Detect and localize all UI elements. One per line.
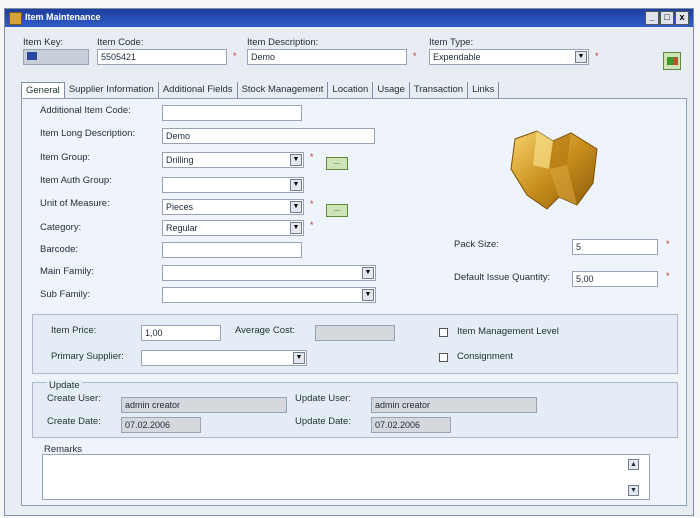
item-auth-group-select[interactable]: ▼ [162, 177, 304, 193]
category-value: Regular [166, 223, 198, 233]
save-icon[interactable] [663, 52, 681, 70]
chevron-down-icon[interactable]: ▼ [290, 222, 302, 234]
tab-links[interactable]: Links [468, 82, 500, 98]
required-marker: * [310, 152, 314, 162]
chevron-down-icon[interactable]: ▼ [362, 267, 374, 279]
tab-transaction[interactable]: Transaction [410, 82, 469, 98]
chevron-down-icon[interactable]: ▼ [575, 51, 587, 63]
pricing-group: Item Price: 1,00 Average Cost: Item Mana… [32, 314, 678, 374]
average-cost-field [315, 325, 395, 341]
sub-family-select[interactable]: ▼ [162, 287, 376, 303]
item-code-label: Item Code: [97, 37, 144, 48]
primary-supplier-select[interactable]: ▼ [141, 350, 307, 366]
maximize-button[interactable]: □ [660, 11, 674, 25]
item-group-label: Item Group: [40, 152, 91, 163]
required-marker: * [595, 51, 599, 61]
create-date-field: 07.02.2006 [121, 417, 201, 433]
barcode-field[interactable] [162, 242, 302, 258]
item-key-field[interactable] [23, 49, 89, 65]
update-date-field: 07.02.2006 [371, 417, 451, 433]
tab-bar: General Supplier Information Additional … [21, 82, 500, 98]
item-price-field[interactable]: 1,00 [141, 325, 221, 341]
item-long-description-label: Item Long Description: [40, 128, 136, 139]
tab-stock-management[interactable]: Stock Management [238, 82, 329, 98]
unit-of-measure-value: Pieces [166, 202, 194, 212]
scroll-down-icon[interactable]: ▼ [628, 485, 639, 496]
pack-size-label: Pack Size: [454, 239, 499, 250]
default-issue-quantity-field[interactable]: 5,00 [572, 271, 658, 287]
item-auth-group-label: Item Auth Group: [40, 175, 112, 186]
additional-item-code-label: Additional Item Code: [40, 105, 131, 116]
tab-supplier-information[interactable]: Supplier Information [65, 82, 159, 98]
update-date-label: Update Date: [295, 416, 351, 427]
unit-of-measure-label: Unit of Measure: [40, 198, 110, 209]
tab-additional-fields[interactable]: Additional Fields [159, 82, 238, 98]
main-family-label: Main Family: [40, 266, 94, 277]
item-management-level-label: Item Management Level [457, 326, 559, 337]
item-code-field[interactable]: 5505421 [97, 49, 227, 65]
chevron-down-icon[interactable]: ▼ [290, 154, 302, 166]
barcode-label: Barcode: [40, 244, 79, 255]
update-user-field: admin creator [371, 397, 537, 413]
item-group-value: Drilling [166, 155, 194, 165]
remarks-textarea[interactable] [42, 454, 650, 500]
item-group-browse-button[interactable]: ... [326, 157, 348, 170]
scroll-up-icon[interactable]: ▲ [628, 459, 639, 470]
category-label: Category: [40, 222, 82, 233]
chevron-down-icon[interactable]: ▼ [290, 179, 302, 191]
tab-usage[interactable]: Usage [373, 82, 410, 98]
item-description-field[interactable]: Demo [247, 49, 407, 65]
tab-general[interactable]: General [21, 82, 65, 98]
main-family-select[interactable]: ▼ [162, 265, 376, 281]
average-cost-label: Average Cost: [235, 325, 296, 336]
unit-of-measure-select[interactable]: Pieces ▼ [162, 199, 304, 215]
close-button[interactable]: x [675, 11, 689, 25]
title-bar[interactable]: Item Maintenance _ □ x [5, 9, 693, 27]
sub-family-label: Sub Family: [40, 289, 91, 300]
pack-size-field[interactable]: 5 [572, 239, 658, 255]
update-group-label: Update [47, 380, 82, 391]
consignment-checkbox[interactable] [439, 353, 448, 362]
item-long-description-field[interactable]: Demo [162, 128, 375, 144]
update-user-label: Update User: [295, 393, 351, 404]
unit-of-measure-browse-button[interactable]: ... [326, 204, 348, 217]
consignment-label: Consignment [457, 351, 513, 362]
item-type-label: Item Type: [429, 37, 474, 48]
required-marker: * [413, 51, 417, 61]
create-user-field: admin creator [121, 397, 287, 413]
minimize-button[interactable]: _ [645, 11, 659, 25]
chevron-down-icon[interactable]: ▼ [293, 352, 305, 364]
required-marker: * [666, 239, 670, 249]
window-title: Item Maintenance [25, 12, 101, 22]
update-group: Update Create User: admin creator Update… [32, 380, 678, 438]
required-marker: * [666, 271, 670, 281]
item-type-select[interactable]: Expendable ▼ [429, 49, 589, 65]
item-management-level-checkbox[interactable] [439, 328, 448, 337]
item-description-label: Item Description: [247, 37, 319, 48]
chevron-down-icon[interactable]: ▼ [362, 289, 374, 301]
required-marker: * [310, 220, 314, 230]
additional-item-code-field[interactable] [162, 105, 302, 121]
category-select[interactable]: Regular ▼ [162, 220, 304, 236]
item-key-label: Item Key: [23, 37, 64, 48]
window-controls: _ □ x [645, 11, 689, 25]
create-user-label: Create User: [47, 393, 101, 404]
default-issue-quantity-label: Default Issue Quantity: [454, 272, 551, 283]
item-group-select[interactable]: Drilling ▼ [162, 152, 304, 168]
chevron-down-icon[interactable]: ▼ [290, 201, 302, 213]
primary-supplier-label: Primary Supplier: [51, 351, 124, 362]
required-marker: * [310, 199, 314, 209]
item-type-value: Expendable [433, 52, 481, 62]
item-price-label: Item Price: [51, 325, 97, 336]
tab-location[interactable]: Location [328, 82, 374, 98]
create-date-label: Create Date: [47, 416, 101, 427]
general-tab-panel: Additional Item Code: Item Long Descript… [21, 98, 687, 506]
app-icon [9, 12, 22, 25]
item-maintenance-window: Item Maintenance _ □ x Item Key: Item Co… [4, 8, 694, 516]
required-marker: * [233, 51, 237, 61]
drill-insert-image [510, 130, 598, 210]
